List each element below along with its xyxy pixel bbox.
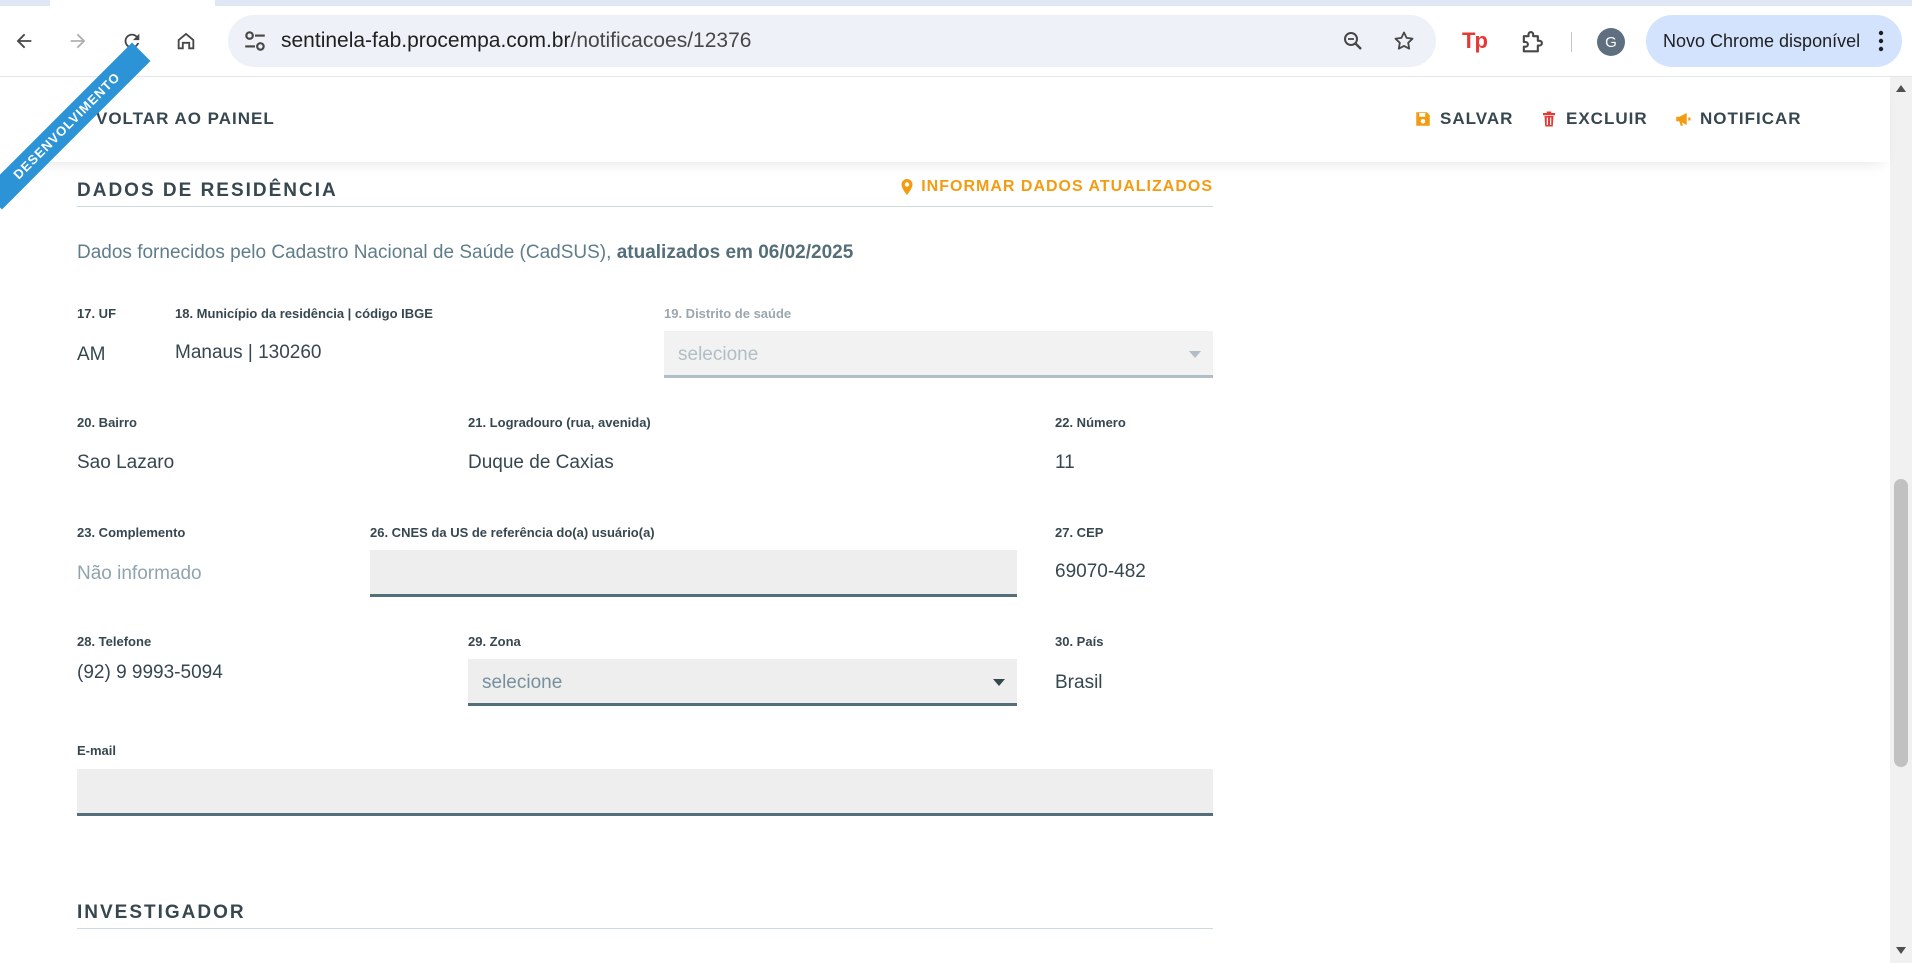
telefone-label: 28. Telefone [77,634,152,649]
home-icon [177,32,195,50]
zoom-icon [1344,32,1362,50]
cep-value: 69070-482 [1055,561,1146,582]
browser-toolbar: sentinela-fab.procempa.com.br/notificaco… [0,6,1912,77]
chevron-down-icon [1189,351,1201,358]
chrome-update-button[interactable]: Novo Chrome disponível [1646,15,1902,67]
zona-label: 29. Zona [468,634,521,649]
telefone-value: (92) 9 9993-5094 [77,662,223,683]
numero-label: 22. Número [1055,415,1126,430]
app-header: VOLTAR AO PAINEL SALVAR EXCLUIR NOTIFICA… [0,77,1890,162]
toolbar-divider [1571,32,1572,52]
map-pin-icon [901,179,913,195]
numero-value: 11 [1055,452,1075,473]
scroll-down-arrow-icon[interactable] [1896,947,1906,954]
municipio-label: 18. Município da residência | código IBG… [175,306,433,321]
distrito-select[interactable]: selecione [664,331,1213,378]
delete-button[interactable]: EXCLUIR [1540,109,1648,129]
municipio-value: Manaus | 130260 [175,342,322,363]
logradouro-label: 21. Logradouro (rua, avenida) [468,415,651,430]
cadsus-info-main: Dados fornecidos pelo Cadastro Nacional … [77,242,612,263]
url-text[interactable]: sentinela-fab.procempa.com.br/notificaco… [281,29,751,53]
investigator-divider [77,928,1213,929]
distrito-label: 19. Distrito de saúde [664,306,792,321]
pais-label: 30. País [1055,634,1104,649]
bairro-label: 20. Bairro [77,415,137,430]
uf-label: 17. UF [77,306,117,321]
bookmark-star-icon [1394,31,1414,50]
address-bar[interactable]: sentinela-fab.procempa.com.br/notificaco… [228,15,1436,67]
extensions-puzzle-icon[interactable] [1518,28,1546,56]
notify-label: NOTIFICAR [1700,109,1802,128]
save-button[interactable]: SALVAR [1414,109,1513,129]
site-info-icon[interactable] [242,28,268,54]
forward-arrow-icon [70,33,86,49]
cnes-input[interactable] [370,550,1017,597]
back-to-panel-link[interactable]: VOLTAR AO PAINEL [96,109,275,129]
kebab-menu-icon[interactable] [1878,29,1884,53]
email-label: E-mail [77,743,117,758]
notify-button[interactable]: NOTIFICAR [1674,109,1802,129]
home-button[interactable] [168,23,204,59]
back-button[interactable] [6,23,42,59]
cnes-label: 26. CNES da US de referência do(a) usuár… [370,525,655,540]
chrome-update-label: Novo Chrome disponível [1663,31,1861,51]
complemento-value: Não informado [77,563,202,584]
section-divider [77,206,1213,207]
extension-tp-button[interactable]: Tp [1462,28,1488,54]
url-path: /notificacoes/12376 [570,29,752,52]
scrollbar-thumb[interactable] [1894,479,1908,767]
update-data-link[interactable]: INFORMAR DADOS ATUALIZADOS [900,178,1213,196]
megaphone-icon [1676,113,1691,126]
zona-select-value: selecione [482,672,563,693]
section-title-residence: DADOS DE RESIDÊNCIA [77,180,338,201]
distrito-select-value: selecione [678,344,759,365]
floppy-disk-icon [1416,112,1430,126]
zona-select[interactable]: selecione [468,659,1017,706]
profile-avatar[interactable]: G [1597,28,1625,56]
logradouro-value: Duque de Caxias [468,452,614,473]
save-label: SALVAR [1440,109,1514,128]
email-field[interactable] [77,769,1213,816]
complemento-label: 23. Complemento [77,525,186,540]
cep-label: 27. CEP [1055,525,1104,540]
scroll-up-arrow-icon[interactable] [1896,85,1906,92]
delete-label: EXCLUIR [1566,109,1648,128]
chevron-down-icon [993,679,1005,686]
bairro-value: Sao Lazaro [77,452,175,473]
bookmark-button[interactable] [1391,28,1417,54]
cadsus-update-date: atualizados em 06/02/2025 [616,242,854,263]
url-host: sentinela-fab.procempa.com.br [281,29,571,52]
uf-value: AM [77,344,106,365]
forward-button[interactable] [60,23,96,59]
back-arrow-icon [16,33,32,49]
cadsus-info-text: Dados fornecidos pelo Cadastro Nacional … [77,242,853,264]
trash-icon [1543,111,1555,127]
update-data-label: INFORMAR DADOS ATUALIZADOS [921,178,1213,195]
page-scrollbar[interactable] [1890,77,1912,963]
section-title-investigator: INVESTIGADOR [77,902,246,923]
pais-value: Brasil [1055,672,1103,693]
zoom-button[interactable] [1340,28,1366,54]
